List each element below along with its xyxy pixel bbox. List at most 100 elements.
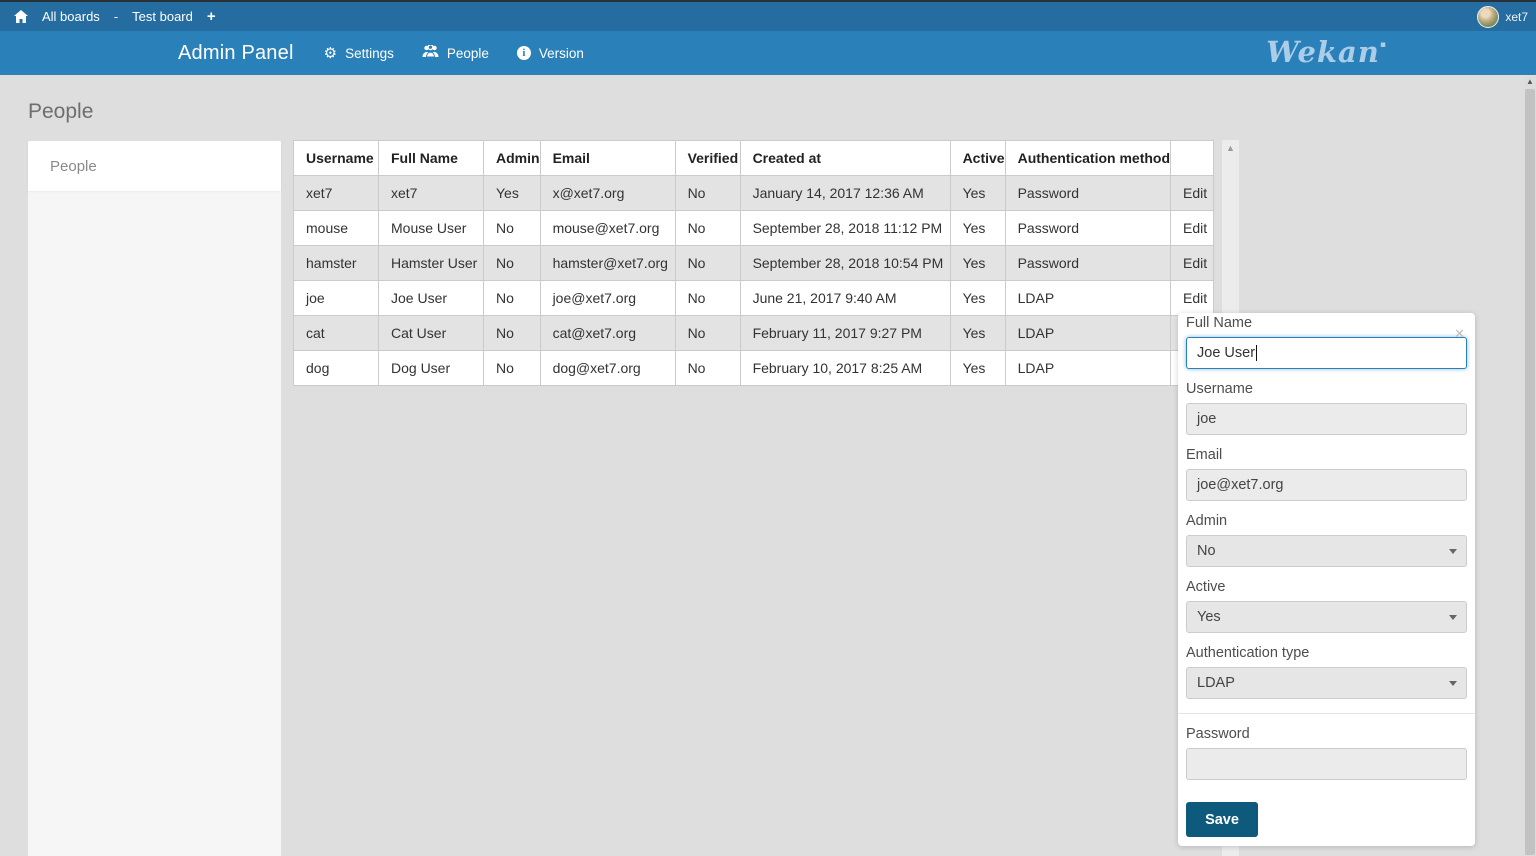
cell-created-at: January 14, 2017 12:36 AM bbox=[740, 176, 950, 211]
cell-created-at: February 11, 2017 9:27 PM bbox=[740, 316, 950, 351]
popup-divider bbox=[1178, 713, 1475, 714]
cell-email: joe@xet7.org bbox=[540, 281, 675, 316]
cell-fullname: xet7 bbox=[379, 176, 484, 211]
cell-username: hamster bbox=[294, 246, 379, 281]
table-row: cat Cat User No cat@xet7.org No February… bbox=[294, 316, 1214, 351]
save-button[interactable]: Save bbox=[1186, 802, 1258, 837]
admin-selected-value: No bbox=[1197, 543, 1216, 559]
admin-sidebar: People bbox=[28, 141, 281, 856]
cell-auth-method: Password bbox=[1005, 176, 1170, 211]
password-input[interactable] bbox=[1186, 748, 1467, 780]
cell-created-at: February 10, 2017 8:25 AM bbox=[740, 351, 950, 386]
scroll-up-icon[interactable]: ▲ bbox=[1524, 76, 1536, 88]
scrollbar-thumb[interactable] bbox=[1525, 89, 1535, 855]
cell-fullname: Hamster User bbox=[379, 246, 484, 281]
table-row: hamster Hamster User No hamster@xet7.org… bbox=[294, 246, 1214, 281]
col-header-actions bbox=[1171, 141, 1214, 176]
cell-username: joe bbox=[294, 281, 379, 316]
cell-admin: No bbox=[484, 316, 541, 351]
full-name-input[interactable]: Joe User bbox=[1186, 337, 1467, 369]
full-name-value: Joe User bbox=[1197, 345, 1255, 361]
sidebar-item-people[interactable]: People bbox=[28, 141, 281, 191]
table-row: mouse Mouse User No mouse@xet7.org No Se… bbox=[294, 211, 1214, 246]
cell-admin: No bbox=[484, 246, 541, 281]
sidebar-item-label: People bbox=[50, 158, 97, 175]
gear-icon: ⚙ bbox=[324, 46, 337, 61]
text-cursor bbox=[1256, 345, 1257, 361]
add-board-icon[interactable]: + bbox=[207, 8, 216, 25]
edit-link[interactable]: Edit bbox=[1183, 290, 1207, 306]
table-row: joe Joe User No joe@xet7.org No June 21,… bbox=[294, 281, 1214, 316]
nav-settings[interactable]: ⚙ Settings bbox=[324, 46, 394, 61]
cell-auth-method: Password bbox=[1005, 211, 1170, 246]
cell-email: mouse@xet7.org bbox=[540, 211, 675, 246]
cell-email: hamster@xet7.org bbox=[540, 246, 675, 281]
scroll-up-icon[interactable]: ▲ bbox=[1222, 140, 1239, 153]
cell-auth-method: Password bbox=[1005, 246, 1170, 281]
breadcrumb-separator: - bbox=[114, 9, 118, 24]
cell-fullname: Dog User bbox=[379, 351, 484, 386]
nav-people[interactable]: People bbox=[422, 45, 489, 61]
email-value: joe@xet7.org bbox=[1197, 477, 1283, 493]
admin-navbar: Admin Panel ⚙ Settings People i Version … bbox=[0, 31, 1536, 75]
edit-link[interactable]: Edit bbox=[1183, 220, 1207, 236]
breadcrumb-board-name[interactable]: Test board bbox=[132, 9, 193, 24]
cell-verified: No bbox=[675, 281, 740, 316]
cell-verified: No bbox=[675, 246, 740, 281]
auth-type-label: Authentication type bbox=[1186, 645, 1467, 661]
wekan-logo-mark: ▪ bbox=[1380, 40, 1386, 50]
cell-active: Yes bbox=[950, 351, 1005, 386]
breadcrumb: All boards - Test board + bbox=[14, 8, 216, 25]
nav-version-label: Version bbox=[539, 46, 584, 61]
username-input[interactable]: joe bbox=[1186, 403, 1467, 435]
cell-auth-method: LDAP bbox=[1005, 316, 1170, 351]
cell-fullname: Mouse User bbox=[379, 211, 484, 246]
topbar-username[interactable]: xet7 bbox=[1505, 10, 1528, 24]
close-icon[interactable]: ✕ bbox=[1454, 327, 1465, 340]
cell-auth-method: LDAP bbox=[1005, 351, 1170, 386]
cell-admin: No bbox=[484, 351, 541, 386]
cell-email: cat@xet7.org bbox=[540, 316, 675, 351]
cell-fullname: Joe User bbox=[379, 281, 484, 316]
cell-username: mouse bbox=[294, 211, 379, 246]
breadcrumb-all-boards[interactable]: All boards bbox=[42, 9, 100, 24]
table-row: xet7 xet7 Yes x@xet7.org No January 14, … bbox=[294, 176, 1214, 211]
cell-username: xet7 bbox=[294, 176, 379, 211]
cell-admin: No bbox=[484, 211, 541, 246]
active-select[interactable]: Yes bbox=[1186, 601, 1467, 633]
chevron-down-icon bbox=[1449, 681, 1457, 686]
edit-link[interactable]: Edit bbox=[1183, 255, 1207, 271]
password-label: Password bbox=[1186, 726, 1467, 742]
edit-link[interactable]: Edit bbox=[1183, 185, 1207, 201]
page-title: People bbox=[28, 100, 93, 124]
page-scrollbar[interactable]: ▲ bbox=[1524, 76, 1536, 856]
col-header-auth-method: Authentication method bbox=[1005, 141, 1170, 176]
active-selected-value: Yes bbox=[1197, 609, 1221, 625]
nav-version[interactable]: i Version bbox=[517, 46, 584, 61]
cell-email: x@xet7.org bbox=[540, 176, 675, 211]
cell-admin: No bbox=[484, 281, 541, 316]
admin-label: Admin bbox=[1186, 513, 1467, 529]
col-header-admin: Admin bbox=[484, 141, 541, 176]
auth-type-selected-value: LDAP bbox=[1197, 675, 1235, 691]
auth-type-select[interactable]: LDAP bbox=[1186, 667, 1467, 699]
admin-panel-title: Admin Panel bbox=[178, 42, 294, 65]
cell-created-at: September 28, 2018 10:54 PM bbox=[740, 246, 950, 281]
people-table: Username Full Name Admin Email Verified … bbox=[293, 140, 1214, 386]
cell-active: Yes bbox=[950, 281, 1005, 316]
admin-select[interactable]: No bbox=[1186, 535, 1467, 567]
cell-active: Yes bbox=[950, 316, 1005, 351]
nav-settings-label: Settings bbox=[345, 46, 394, 61]
user-avatar[interactable] bbox=[1477, 6, 1499, 28]
cell-auth-method: LDAP bbox=[1005, 281, 1170, 316]
cell-verified: No bbox=[675, 316, 740, 351]
col-header-email: Email bbox=[540, 141, 675, 176]
cell-created-at: September 28, 2018 11:12 PM bbox=[740, 211, 950, 246]
email-input[interactable]: joe@xet7.org bbox=[1186, 469, 1467, 501]
wekan-logo: Wekan▪ bbox=[1266, 35, 1386, 69]
table-header-row: Username Full Name Admin Email Verified … bbox=[294, 141, 1214, 176]
username-value: joe bbox=[1197, 411, 1216, 427]
cell-username: cat bbox=[294, 316, 379, 351]
col-header-verified: Verified bbox=[675, 141, 740, 176]
home-icon[interactable] bbox=[14, 10, 28, 23]
